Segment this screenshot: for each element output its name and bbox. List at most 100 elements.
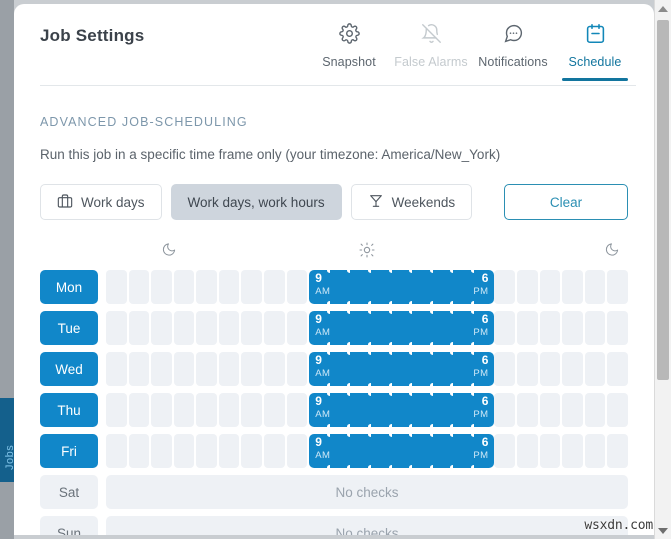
hour-cell[interactable] bbox=[432, 268, 456, 306]
hour-cell[interactable] bbox=[516, 352, 538, 386]
hour-cell[interactable] bbox=[128, 393, 150, 427]
hour-cell[interactable] bbox=[264, 270, 285, 304]
hour-cell[interactable]: 6 PM bbox=[473, 311, 495, 345]
hour-cell[interactable] bbox=[196, 434, 217, 468]
hour-cell[interactable]: 6 PM bbox=[473, 434, 495, 468]
hour-cell[interactable] bbox=[539, 311, 561, 345]
hour-cell[interactable] bbox=[391, 309, 415, 347]
hour-cell[interactable] bbox=[241, 352, 263, 386]
hour-cell[interactable] bbox=[494, 393, 515, 427]
hour-cell[interactable] bbox=[196, 311, 217, 345]
hour-cell[interactable] bbox=[218, 270, 240, 304]
hour-cell[interactable] bbox=[584, 352, 606, 386]
hour-cell[interactable] bbox=[106, 311, 127, 345]
hour-cell[interactable] bbox=[106, 434, 127, 468]
hour-cell[interactable] bbox=[539, 393, 561, 427]
hour-cell[interactable] bbox=[494, 311, 515, 345]
tab-notifications[interactable]: Notifications bbox=[472, 20, 554, 79]
hour-cell[interactable] bbox=[218, 352, 240, 386]
hour-cell[interactable] bbox=[264, 393, 285, 427]
hour-cell[interactable] bbox=[286, 352, 308, 386]
scrollbar-thumb[interactable] bbox=[657, 20, 669, 380]
hour-cell[interactable] bbox=[539, 434, 561, 468]
hour-cell[interactable] bbox=[516, 434, 538, 468]
hour-cell[interactable]: 9 AM bbox=[309, 432, 333, 470]
hour-cell[interactable] bbox=[494, 434, 515, 468]
hour-cell[interactable] bbox=[370, 432, 395, 470]
hour-cell[interactable] bbox=[264, 352, 285, 386]
preset-work-days-button[interactable]: Work days bbox=[40, 184, 162, 220]
hour-cell[interactable] bbox=[391, 432, 415, 470]
hour-cell[interactable] bbox=[151, 311, 172, 345]
hour-cell[interactable] bbox=[151, 270, 172, 304]
hour-cell[interactable] bbox=[370, 268, 395, 306]
hour-cell[interactable] bbox=[128, 434, 150, 468]
no-checks-bar[interactable]: No checks bbox=[106, 475, 628, 509]
hour-cell[interactable] bbox=[329, 268, 353, 306]
day-toggle-sat[interactable]: Sat bbox=[40, 475, 98, 509]
hour-cell[interactable]: 6 PM bbox=[473, 270, 495, 304]
hour-cell[interactable] bbox=[350, 309, 374, 347]
hour-cell[interactable] bbox=[173, 393, 195, 427]
hour-cell[interactable] bbox=[391, 391, 415, 429]
hour-cell[interactable] bbox=[128, 311, 150, 345]
hour-cell[interactable] bbox=[173, 270, 195, 304]
hour-cell[interactable] bbox=[350, 391, 374, 429]
hour-cell[interactable] bbox=[350, 432, 374, 470]
hour-cell[interactable] bbox=[241, 311, 263, 345]
hour-cell[interactable] bbox=[494, 270, 515, 304]
hour-cell[interactable] bbox=[173, 311, 195, 345]
hour-cell[interactable] bbox=[241, 393, 263, 427]
hour-cell[interactable] bbox=[350, 350, 374, 388]
day-toggle-fri[interactable]: Fri bbox=[40, 434, 98, 468]
hour-cell[interactable] bbox=[151, 434, 172, 468]
hour-cell[interactable] bbox=[196, 352, 217, 386]
day-toggle-thu[interactable]: Thu bbox=[40, 393, 98, 427]
hour-cell[interactable] bbox=[370, 391, 395, 429]
hour-cell[interactable] bbox=[264, 311, 285, 345]
hour-cell[interactable] bbox=[494, 352, 515, 386]
day-toggle-sun[interactable]: Sun bbox=[40, 516, 98, 535]
hour-cell[interactable] bbox=[106, 393, 127, 427]
hour-cell[interactable] bbox=[562, 393, 583, 427]
hour-cell[interactable] bbox=[106, 270, 127, 304]
hour-cell[interactable] bbox=[412, 391, 436, 429]
tab-snapshot[interactable]: Snapshot bbox=[308, 20, 390, 79]
hour-cell[interactable] bbox=[562, 352, 583, 386]
hour-cell[interactable] bbox=[453, 391, 477, 429]
hour-cell[interactable]: 9 AM bbox=[309, 268, 333, 306]
hour-cell[interactable] bbox=[173, 434, 195, 468]
scroll-up-arrow-icon[interactable] bbox=[655, 0, 671, 17]
hour-cell[interactable] bbox=[329, 391, 353, 429]
day-toggle-wed[interactable]: Wed bbox=[40, 352, 98, 386]
hour-cell[interactable] bbox=[370, 350, 395, 388]
hour-cell[interactable] bbox=[607, 434, 628, 468]
hour-cell[interactable] bbox=[516, 311, 538, 345]
hour-cell[interactable] bbox=[516, 270, 538, 304]
hour-cell[interactable]: 9 AM bbox=[309, 350, 333, 388]
hour-cell[interactable] bbox=[329, 309, 353, 347]
day-toggle-mon[interactable]: Mon bbox=[40, 270, 98, 304]
hour-cell[interactable] bbox=[432, 309, 456, 347]
hour-cell[interactable] bbox=[432, 432, 456, 470]
hour-cell[interactable] bbox=[151, 352, 172, 386]
hour-cell[interactable] bbox=[286, 270, 308, 304]
hour-cell[interactable] bbox=[607, 393, 628, 427]
hour-cell[interactable] bbox=[539, 352, 561, 386]
hour-cell[interactable] bbox=[218, 434, 240, 468]
tab-false-alarms[interactable]: False Alarms bbox=[390, 20, 472, 79]
hour-cell[interactable] bbox=[128, 270, 150, 304]
hour-cell[interactable] bbox=[196, 270, 217, 304]
hour-cell[interactable] bbox=[329, 432, 353, 470]
hour-cell[interactable] bbox=[106, 352, 127, 386]
preset-weekends-button[interactable]: Weekends bbox=[350, 184, 473, 220]
hour-cell[interactable] bbox=[584, 270, 606, 304]
hour-cell[interactable] bbox=[173, 352, 195, 386]
hour-cell[interactable] bbox=[264, 434, 285, 468]
hour-cell[interactable] bbox=[539, 270, 561, 304]
hour-cell[interactable] bbox=[412, 268, 436, 306]
hour-cell[interactable]: 9 AM bbox=[309, 391, 333, 429]
hour-cell[interactable]: 9 AM bbox=[309, 309, 333, 347]
hour-cell[interactable] bbox=[391, 268, 415, 306]
hour-cell[interactable] bbox=[453, 268, 477, 306]
